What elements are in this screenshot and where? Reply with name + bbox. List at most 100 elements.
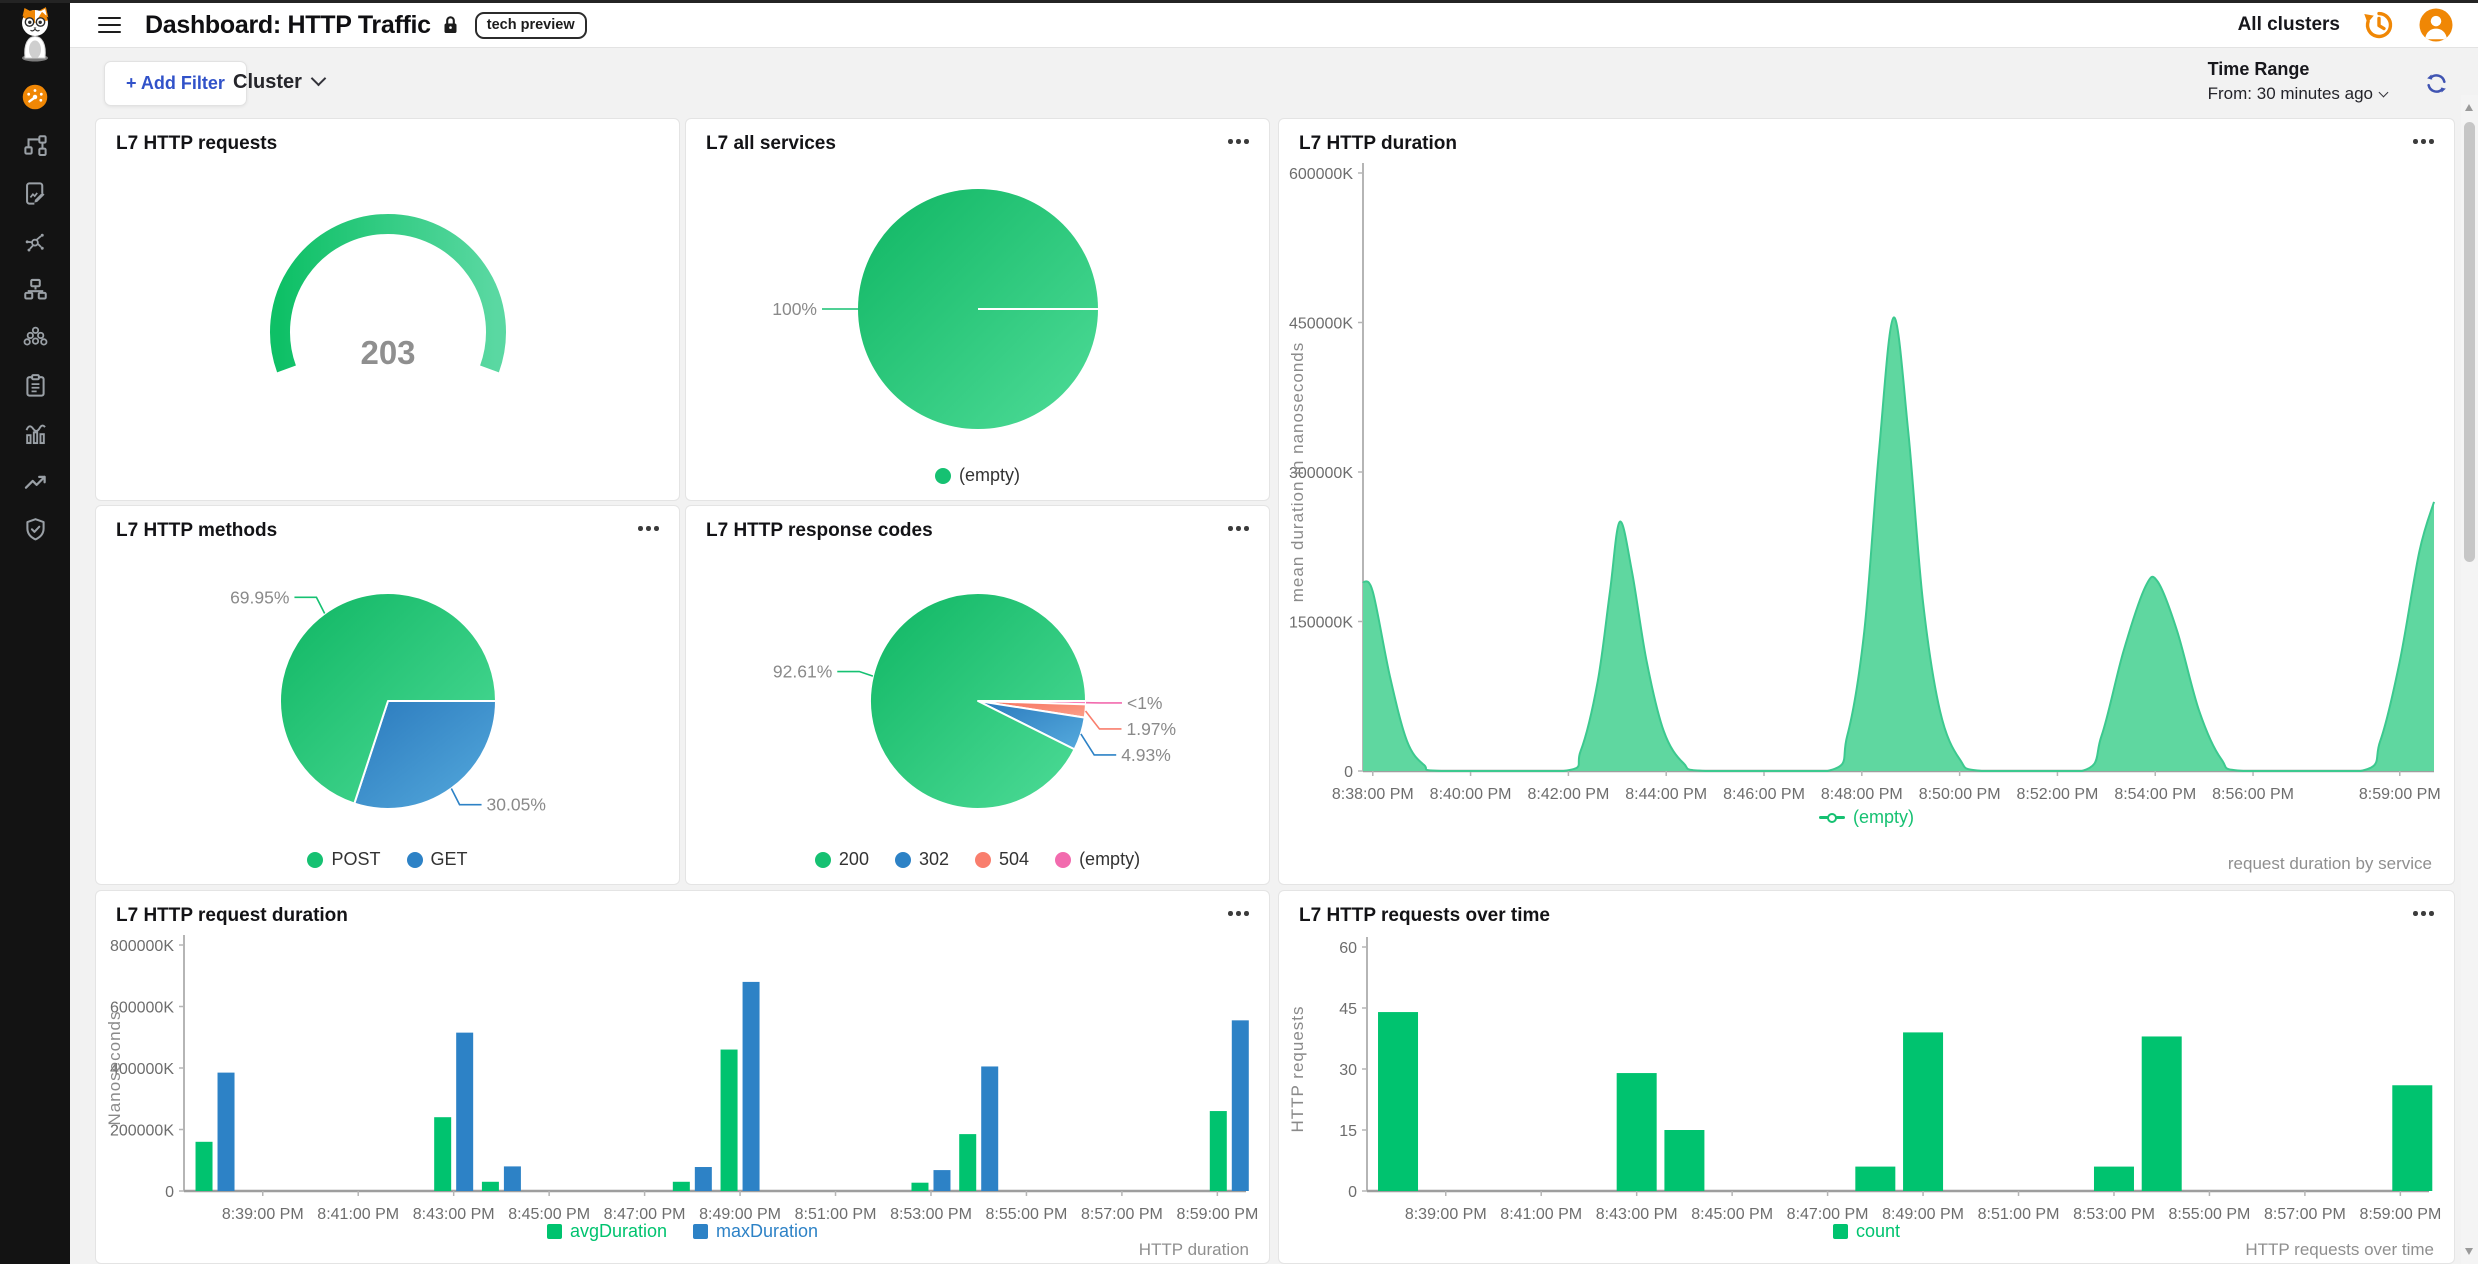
legend-item-200[interactable]: 200: [815, 849, 869, 870]
bar-avgDuration[interactable]: [673, 1182, 690, 1191]
more-menu-icon[interactable]: [2413, 911, 2434, 916]
legend-item-maxDuration[interactable]: maxDuration: [693, 1221, 818, 1242]
bar-chart[interactable]: 0153045608:39:00 PM8:41:00 PM8:43:00 PM8…: [1279, 921, 2456, 1221]
cluster-dropdown[interactable]: Cluster: [233, 71, 324, 94]
bar-maxDuration[interactable]: [504, 1166, 521, 1191]
svg-text:8:47:00 PM: 8:47:00 PM: [604, 1206, 686, 1221]
bar-count[interactable]: [1617, 1073, 1657, 1191]
legend-item-GET[interactable]: GET: [407, 849, 468, 870]
svg-text:45: 45: [1339, 1001, 1357, 1018]
sidebar-item-policies[interactable]: [20, 178, 50, 208]
scroll-up-arrow[interactable]: [2465, 104, 2473, 111]
pie-chart[interactable]: 30.05%69.95%: [96, 536, 681, 848]
user-avatar-icon[interactable]: [2418, 7, 2454, 43]
clipboard-icon: [22, 372, 49, 399]
more-menu-icon[interactable]: [1228, 526, 1249, 531]
more-menu-icon[interactable]: [1228, 911, 1249, 916]
bar-count[interactable]: [2142, 1036, 2182, 1191]
panel-l7-all-services: L7 all services 100% (empty): [685, 118, 1270, 501]
legend-item-302[interactable]: 302: [895, 849, 949, 870]
bar-maxDuration[interactable]: [743, 982, 760, 1191]
svg-text:600000K: 600000K: [1289, 166, 1353, 183]
sidebar-item-security[interactable]: [20, 514, 50, 544]
chart-legend: (empty): [1279, 807, 2454, 828]
bar-avgDuration[interactable]: [911, 1183, 928, 1191]
pie-slice-200[interactable]: [870, 593, 1086, 809]
shield-check-icon: [22, 516, 49, 543]
area-series: [1363, 317, 2434, 771]
svg-text:8:40:00 PM: 8:40:00 PM: [1430, 786, 1512, 803]
panel-l7-http-duration: L7 HTTP duration 0150000K300000K450000K6…: [1278, 118, 2455, 885]
legend-marker: [815, 852, 831, 868]
sidebar-item-trends[interactable]: [20, 466, 50, 496]
svg-text:8:55:00 PM: 8:55:00 PM: [986, 1206, 1068, 1221]
legend-item-avgDuration[interactable]: avgDuration: [547, 1221, 667, 1242]
svg-text:60: 60: [1339, 940, 1357, 957]
history-icon[interactable]: [2362, 8, 2396, 42]
bar-avgDuration[interactable]: [1210, 1111, 1227, 1191]
svg-text:30: 30: [1339, 1062, 1357, 1079]
legend-item-(empty)[interactable]: (empty): [935, 465, 1020, 486]
bar-count[interactable]: [1855, 1167, 1895, 1191]
bar-maxDuration[interactable]: [695, 1167, 712, 1191]
sidebar-item-metrics[interactable]: [20, 418, 50, 448]
panel-title: L7 HTTP response codes: [706, 520, 933, 542]
bar-maxDuration[interactable]: [456, 1033, 473, 1191]
sidebar-item-clusters[interactable]: [20, 322, 50, 352]
legend-item-504[interactable]: 504: [975, 849, 1029, 870]
window-top-edge: [0, 0, 2478, 3]
more-menu-icon[interactable]: [1228, 139, 1249, 144]
bar-avgDuration[interactable]: [959, 1134, 976, 1191]
bar-avgDuration[interactable]: [482, 1182, 499, 1191]
bar-maxDuration[interactable]: [933, 1170, 950, 1191]
bar-maxDuration[interactable]: [981, 1066, 998, 1191]
scroll-down-arrow[interactable]: [2465, 1248, 2473, 1255]
bar-count[interactable]: [1378, 1012, 1418, 1191]
more-menu-icon[interactable]: [638, 526, 659, 531]
pie-chart[interactable]: 100%: [686, 149, 1271, 464]
bar-avgDuration[interactable]: [434, 1117, 451, 1191]
bar-count[interactable]: [2392, 1085, 2432, 1191]
add-filter-button[interactable]: + Add Filter: [104, 61, 247, 106]
sidebar-item-audit[interactable]: [20, 370, 50, 400]
svg-text:8:53:00 PM: 8:53:00 PM: [890, 1206, 972, 1221]
svg-text:8:45:00 PM: 8:45:00 PM: [1691, 1206, 1773, 1221]
time-range-selector[interactable]: Time Range From: 30 minutes ago: [2208, 59, 2387, 104]
sitemap-icon: [22, 276, 49, 303]
dashboard-gauge-icon: [21, 83, 49, 111]
bar-maxDuration[interactable]: [1232, 1020, 1249, 1191]
sidebar-item-flows[interactable]: [20, 226, 50, 256]
refresh-icon[interactable]: [2423, 70, 2450, 102]
cat-mascot-logo[interactable]: [11, 7, 59, 68]
bar-count[interactable]: [1664, 1130, 1704, 1191]
all-clusters-selector[interactable]: All clusters: [2238, 14, 2340, 36]
more-menu-icon[interactable]: [2413, 139, 2434, 144]
gauge-chart[interactable]: 203: [96, 149, 681, 489]
sidebar-item-service-map[interactable]: [20, 130, 50, 160]
sidebar-item-services[interactable]: [20, 274, 50, 304]
legend-item-(empty)[interactable]: (empty): [1055, 849, 1140, 870]
sidebar-nav: [20, 82, 50, 544]
legend-item-count[interactable]: count: [1833, 1221, 1900, 1242]
svg-text:8:54:00 PM: 8:54:00 PM: [2114, 786, 2196, 803]
bar-avgDuration[interactable]: [721, 1050, 738, 1191]
molecule-icon: [22, 228, 49, 255]
pie-chart[interactable]: <1%1.97%4.93%92.61%: [686, 536, 1271, 848]
bar-count[interactable]: [2094, 1167, 2134, 1191]
svg-text:8:43:00 PM: 8:43:00 PM: [413, 1206, 495, 1221]
panel-l7-http-requests-over-time: L7 HTTP requests over time 0153045608:39…: [1278, 890, 2455, 1264]
legend-marker: [895, 852, 911, 868]
legend-item-POST[interactable]: POST: [307, 849, 380, 870]
legend-marker: [693, 1224, 708, 1239]
svg-text:203: 203: [360, 334, 415, 371]
scrollbar-thumb[interactable]: [2464, 122, 2475, 562]
area-chart[interactable]: 0150000K300000K450000K600000K8:38:00 PM8…: [1279, 149, 2456, 839]
bar-chart[interactable]: 0200000K400000K600000K800000K8:39:00 PM8…: [96, 921, 1271, 1221]
bar-maxDuration[interactable]: [218, 1073, 235, 1191]
bar-count[interactable]: [1903, 1032, 1943, 1191]
panel-title: L7 HTTP requests: [116, 133, 277, 155]
sidebar-item-dashboard[interactable]: [20, 82, 50, 112]
bar-avgDuration[interactable]: [196, 1142, 213, 1191]
legend-item-(empty)[interactable]: (empty): [1819, 807, 1914, 828]
hamburger-menu-icon[interactable]: [98, 17, 121, 34]
